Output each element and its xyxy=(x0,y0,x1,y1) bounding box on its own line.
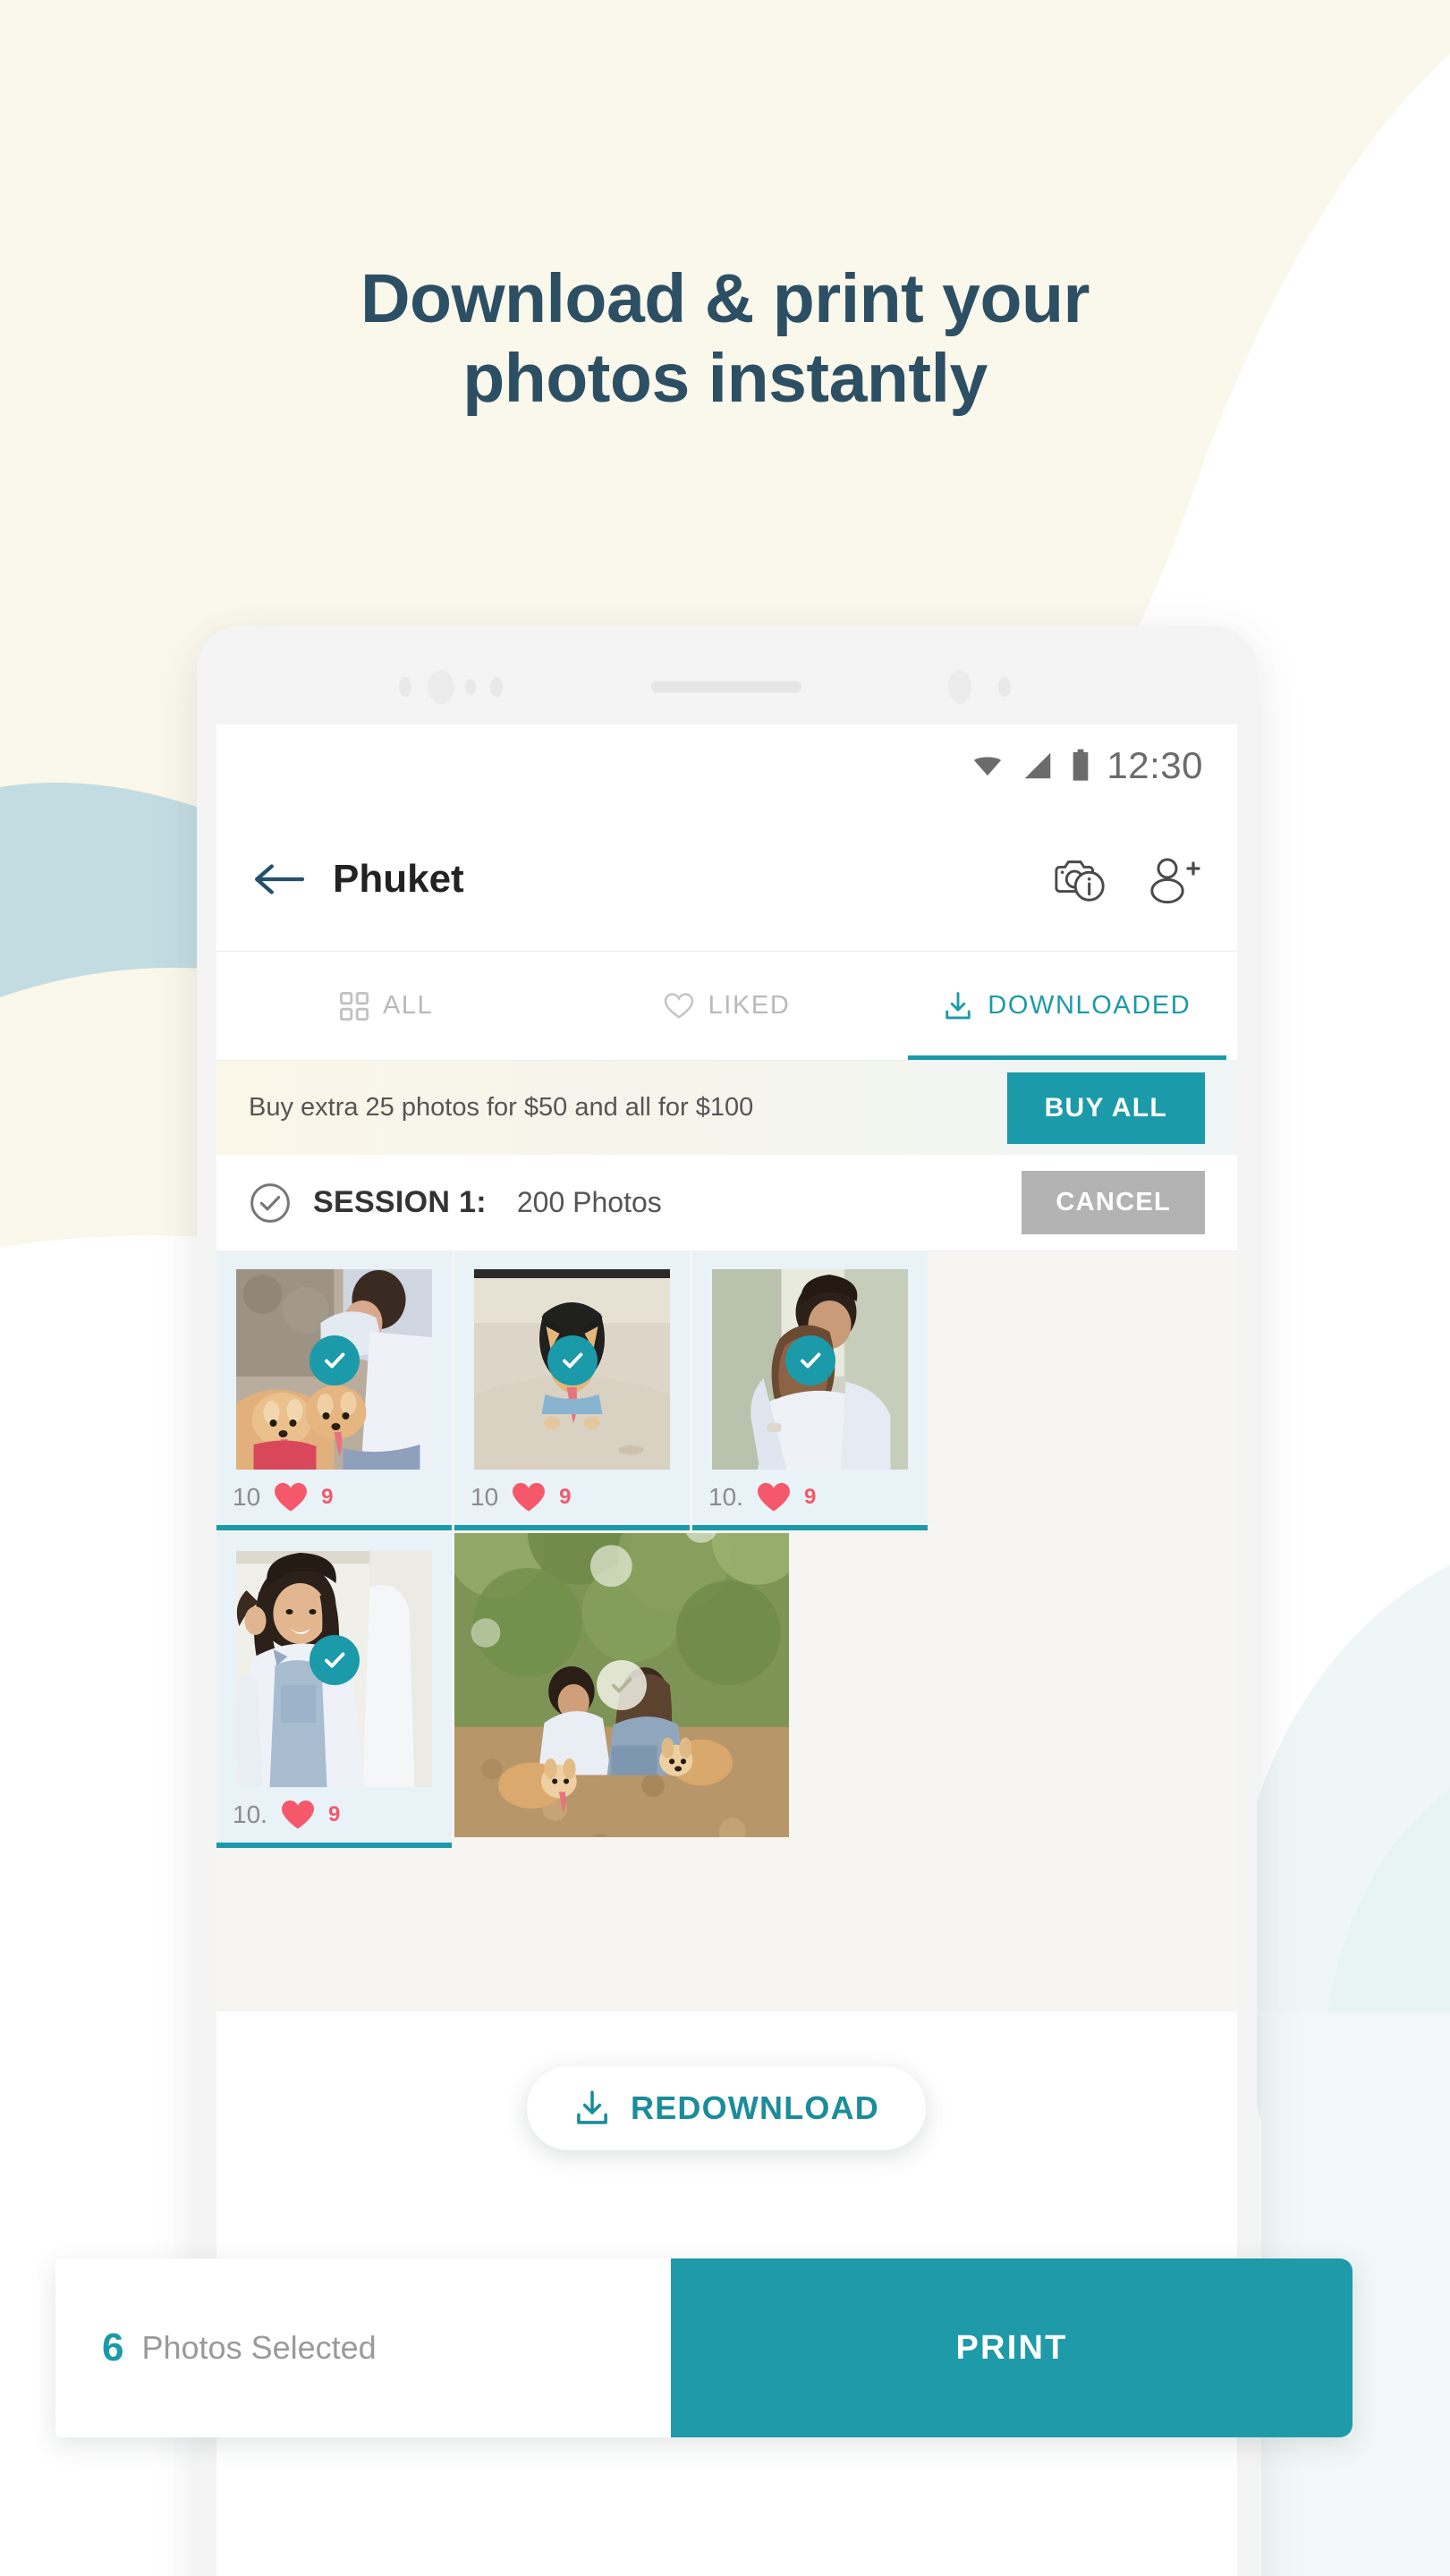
heart-outline-icon xyxy=(664,992,693,1019)
app-bar-title: Phuket xyxy=(333,856,464,901)
tab-liked[interactable]: LIKED xyxy=(556,952,896,1060)
check-circle-icon[interactable] xyxy=(249,1182,292,1224)
grid-bottom-spacer xyxy=(216,1851,1237,2012)
battery-icon xyxy=(1073,749,1089,781)
redownload-button[interactable]: REDOWNLOAD xyxy=(527,2066,926,2150)
photo-card[interactable] xyxy=(454,1533,789,1848)
cancel-button[interactable]: CANCEL xyxy=(1022,1171,1205,1234)
heart-filled-icon xyxy=(757,1483,790,1512)
thumbnail-wrapper xyxy=(454,1251,690,1470)
tab-bar: ALL LIKED DOWNLOADED xyxy=(216,952,1237,1061)
bottom-action-bar: 6 Photos Selected PRINT xyxy=(55,2258,1352,2437)
heart-filled-icon xyxy=(513,1483,546,1512)
heart-filled-icon xyxy=(275,1483,308,1512)
promo-text: Buy extra 25 photos for $50 and all for … xyxy=(249,1093,754,1122)
photo-like-count: 9 xyxy=(327,1802,341,1826)
thumbnail-wrapper xyxy=(454,1533,789,1837)
photo-like-count: 9 xyxy=(559,1485,572,1509)
photo-selected-check[interactable] xyxy=(309,1635,360,1685)
photo-card[interactable]: 10 9 xyxy=(454,1251,690,1530)
photo-like-count: 9 xyxy=(321,1485,334,1509)
photo-number: 10. xyxy=(708,1483,743,1511)
camera-info-icon xyxy=(1055,860,1105,902)
app-bar-actions xyxy=(1051,850,1203,909)
redownload-label: REDOWNLOAD xyxy=(631,2089,879,2126)
sensor-dot xyxy=(998,677,1011,697)
grid-icon xyxy=(339,991,369,1021)
photo-unselected-check[interactable] xyxy=(597,1660,647,1710)
session-photo-count: 200 Photos xyxy=(516,1186,662,1218)
add-person-button[interactable] xyxy=(1144,850,1203,909)
headline-line-2: photos instantly xyxy=(462,340,988,418)
tab-all[interactable]: ALL xyxy=(216,952,556,1060)
session-title: SESSION 1: xyxy=(313,1185,487,1219)
photo-number: 10 xyxy=(233,1483,261,1511)
check-icon xyxy=(562,1352,582,1368)
photo-like-count: 9 xyxy=(803,1485,817,1509)
status-bar: 12:30 xyxy=(216,724,1237,807)
thumbnail-wrapper xyxy=(216,1251,452,1470)
screenshot-root: Download & print your photos instantly 1… xyxy=(0,0,1450,2576)
check-icon xyxy=(800,1352,820,1368)
wifi-icon xyxy=(974,757,1002,776)
photo-number: 10 xyxy=(471,1483,499,1511)
photo-number: 10. xyxy=(233,1801,267,1828)
back-arrow-icon xyxy=(255,863,304,894)
tab-all-label: ALL xyxy=(382,991,434,1020)
photo-grid: 10 9 10 9 10. 9 10. 9 xyxy=(216,1251,1237,2012)
photo-card-meta: 10. 9 xyxy=(692,1470,928,1525)
download-icon xyxy=(945,991,971,1019)
tab-liked-label: LIKED xyxy=(708,991,791,1020)
headline-line-1: Download & print your xyxy=(360,260,1090,337)
photo-selected-check[interactable] xyxy=(784,1335,835,1385)
photo-selected-check[interactable] xyxy=(309,1335,360,1385)
sensor-dot xyxy=(490,677,503,697)
photo-card[interactable]: 10 9 xyxy=(216,1251,452,1530)
status-bar-clock: 12:30 xyxy=(1107,744,1203,786)
download-icon xyxy=(577,2090,607,2124)
earpiece-speaker xyxy=(651,681,801,693)
phone-top-bezel xyxy=(197,669,1257,705)
photo-card-meta: 10. 9 xyxy=(216,1787,452,1843)
signal-icon xyxy=(1025,752,1051,779)
heart-filled-icon xyxy=(281,1801,314,1829)
photo-card[interactable]: 10. 9 xyxy=(216,1533,452,1848)
print-button[interactable]: PRINT xyxy=(671,2258,1352,2437)
tab-downloaded-label: DOWNLOADED xyxy=(988,991,1191,1020)
sensor-dot xyxy=(399,677,411,697)
check-icon xyxy=(324,1352,344,1368)
promo-banner: Buy extra 25 photos for $50 and all for … xyxy=(216,1061,1237,1155)
sensor-dot xyxy=(948,670,971,704)
page-title: Download & print your photos instantly xyxy=(0,259,1450,419)
photo-card-meta: 10 9 xyxy=(216,1470,452,1525)
tab-downloaded[interactable]: DOWNLOADED xyxy=(897,952,1237,1060)
check-icon xyxy=(324,1652,344,1668)
photo-selected-check[interactable] xyxy=(547,1335,598,1385)
selected-label: Photos Selected xyxy=(141,2329,377,2366)
sensor-dot xyxy=(465,679,476,695)
add-person-icon xyxy=(1150,858,1200,903)
buy-all-button[interactable]: BUY ALL xyxy=(1006,1072,1205,1144)
photo-grid-row: 10. 9 xyxy=(216,1533,1237,1848)
app-bar: Phuket xyxy=(216,807,1237,952)
camera-info-button[interactable] xyxy=(1051,850,1110,909)
back-button[interactable] xyxy=(250,852,306,907)
thumbnail-wrapper xyxy=(216,1533,452,1787)
photo-grid-row: 10 9 10 9 10. 9 xyxy=(216,1251,1237,1530)
thumbnail-wrapper xyxy=(692,1251,928,1470)
check-icon xyxy=(612,1677,632,1693)
session-row: SESSION 1: 200 Photos CANCEL xyxy=(216,1155,1237,1251)
selected-count: 6 xyxy=(102,2326,124,2369)
photos-selected-indicator: 6 Photos Selected xyxy=(55,2258,671,2437)
photo-card-meta: 10 9 xyxy=(454,1470,690,1525)
front-camera-dot xyxy=(428,670,454,704)
photo-card[interactable]: 10. 9 xyxy=(692,1251,928,1530)
